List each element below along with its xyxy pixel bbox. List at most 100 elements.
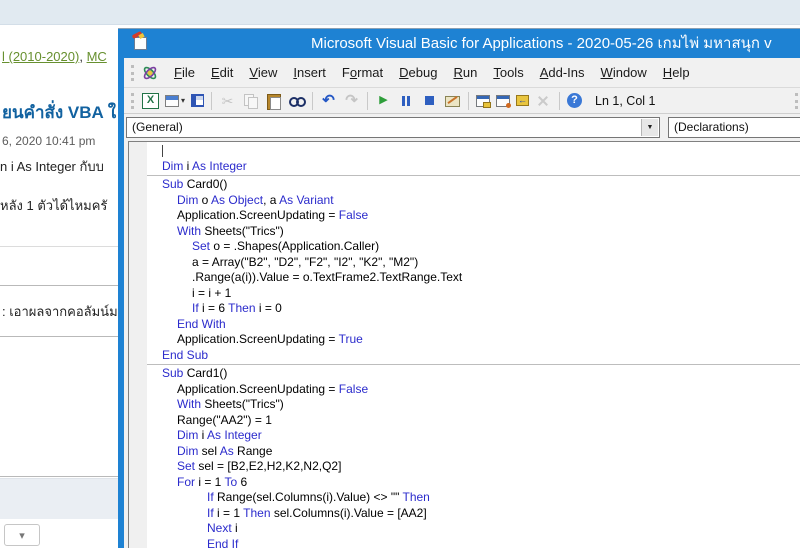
screen: l (2010-2020), MC ยนคำสั่ง VBA ใ 6, 2020… (0, 0, 800, 548)
insert-userform-icon (165, 95, 179, 107)
forum-link-2[interactable]: MC (87, 49, 107, 64)
page-dropdown-button[interactable]: ▾ (4, 524, 40, 546)
page-top-band (0, 0, 800, 25)
combobox-dropdown-icon[interactable]: ▼ (641, 119, 658, 136)
reply-footer-band (0, 478, 121, 519)
code-content[interactable]: Dim i As Integer Sub Card0()Dim o As Obje… (147, 143, 800, 548)
run-icon (375, 93, 392, 109)
properties-window-button[interactable] (494, 94, 512, 108)
toolbar-separator (367, 92, 368, 110)
help-button[interactable] (565, 92, 584, 109)
code-line[interactable]: With Sheets("Trics") (162, 397, 800, 413)
menu-view[interactable]: View (241, 61, 285, 85)
code-line[interactable]: a = Array("B2", "D2", "F2", "I2", "K2", … (162, 255, 800, 271)
code-line[interactable]: Sub Card0() (162, 177, 800, 193)
code-line[interactable] (162, 143, 800, 159)
procedure-combo-row: (General) ▼ (Declarations) (124, 114, 800, 141)
code-line[interactable]: Application.ScreenUpdating = False (162, 208, 800, 224)
code-line[interactable]: With Sheets("Trics") (162, 224, 800, 240)
break-button[interactable] (396, 92, 417, 110)
reply-subject-input[interactable]: : เอาผลจากคอลัมน์มา (0, 285, 131, 337)
code-line[interactable]: If Range(sel.Columns(i).Value) <> "" The… (162, 490, 800, 506)
menubar-grip[interactable] (131, 65, 134, 81)
code-line[interactable]: Dim i As Integer (162, 159, 800, 175)
procedure-combobox[interactable]: (Declarations) (668, 117, 800, 138)
view-microsoft-excel-button[interactable] (140, 92, 161, 110)
forum-link-1[interactable]: l (2010-2020) (2, 49, 79, 64)
topic-title[interactable]: ยนคำสั่ง VBA ใ (2, 99, 116, 126)
cursor-position-status: Ln 1, Col 1 (595, 94, 655, 108)
reply-message-textarea[interactable] (0, 336, 131, 477)
menu-format[interactable]: Format (334, 61, 391, 85)
menu-help[interactable]: Help (655, 61, 698, 85)
reset-button[interactable] (419, 92, 440, 110)
toolbar-separator (312, 92, 313, 110)
post-body-line-2: หลัง 1 ตัวได้ไหมครั (0, 195, 107, 216)
save-icon (191, 94, 204, 107)
code-line[interactable]: If i = 6 Then i = 0 (162, 301, 800, 317)
object-combobox[interactable]: (General) ▼ (126, 117, 660, 138)
forum-breadcrumb-links: l (2010-2020), MC (2, 49, 107, 64)
menu-window[interactable]: Window (593, 61, 655, 85)
toolbar-grip[interactable] (131, 93, 134, 109)
run-button[interactable] (373, 92, 394, 110)
code-line[interactable]: Dim sel As Range (162, 444, 800, 460)
post-timestamp: 6, 2020 10:41 pm (2, 134, 95, 148)
code-line[interactable]: Application.ScreenUpdating = False (162, 382, 800, 398)
copy-button (240, 92, 261, 110)
toolbar-end-grip[interactable] (795, 93, 798, 109)
code-line[interactable]: End With (162, 317, 800, 333)
link-separator: , (79, 49, 86, 64)
code-line[interactable]: Dim o As Object, a As Variant (162, 193, 800, 209)
titlebar[interactable]: Microsoft Visual Basic for Applications … (124, 29, 800, 58)
code-line[interactable]: .Range(a(i)).Value = o.TextFrame2.TextRa… (162, 270, 800, 286)
code-line[interactable]: Set sel = [B2,E2,H2,K2,N2,Q2] (162, 459, 800, 475)
save-button[interactable] (189, 93, 206, 108)
code-line[interactable]: End Sub (162, 348, 800, 364)
toolbox-icon (535, 93, 552, 109)
reset-icon (421, 93, 438, 109)
project-explorer-icon (476, 95, 490, 107)
object-browser-button[interactable] (514, 94, 531, 107)
code-line[interactable]: For i = 1 To 6 (162, 475, 800, 491)
undo-icon (320, 93, 337, 109)
margin-indicator-bar[interactable] (129, 142, 147, 548)
object-browser-icon (516, 95, 529, 106)
dropdown-caret-icon[interactable]: ▾ (181, 96, 185, 105)
insert-userform-button[interactable]: ▾ (163, 94, 187, 108)
code-line[interactable]: Range("AA2") = 1 (162, 413, 800, 429)
code-line[interactable]: Application.ScreenUpdating = True (162, 332, 800, 348)
redo-button (341, 92, 362, 110)
code-line[interactable]: End If (162, 537, 800, 548)
procedure-combobox-value: (Declarations) (674, 120, 749, 134)
procedure-separator (147, 175, 800, 176)
design-mode-button[interactable] (442, 92, 463, 110)
code-line[interactable]: i = i + 1 (162, 286, 800, 302)
find-button[interactable] (286, 92, 307, 110)
code-editor-pane[interactable]: Dim i As Integer Sub Card0()Dim o As Obje… (128, 141, 800, 548)
project-explorer-button[interactable] (474, 94, 492, 108)
menu-file[interactable]: File (166, 61, 203, 85)
help-icon (567, 93, 582, 108)
toolbox-button (533, 92, 554, 110)
menu-addins[interactable]: Add-Ins (532, 61, 593, 85)
menu-insert[interactable]: Insert (285, 61, 334, 85)
menu-edit[interactable]: Edit (203, 61, 241, 85)
code-line[interactable]: Dim i As Integer (162, 428, 800, 444)
post-divider (0, 246, 121, 247)
copy-icon (242, 93, 259, 109)
paste-button[interactable] (263, 92, 284, 110)
code-line[interactable]: Sub Card1() (162, 366, 800, 382)
menu-run[interactable]: Run (445, 61, 485, 85)
post-body-line-1: n i As Integer กับบ (0, 156, 104, 177)
code-line[interactable]: Next i (162, 521, 800, 537)
undo-button[interactable] (318, 92, 339, 110)
code-line[interactable]: Set o = .Shapes(Application.Caller) (162, 239, 800, 255)
properties-window-icon (496, 95, 510, 107)
code-line[interactable]: If i = 1 Then sel.Columns(i).Value = [AA… (162, 506, 800, 522)
design-mode-icon (444, 93, 461, 109)
menu-tools[interactable]: Tools (485, 61, 531, 85)
find-icon (288, 93, 305, 109)
toolbar-separator (559, 92, 560, 110)
menu-debug[interactable]: Debug (391, 61, 445, 85)
